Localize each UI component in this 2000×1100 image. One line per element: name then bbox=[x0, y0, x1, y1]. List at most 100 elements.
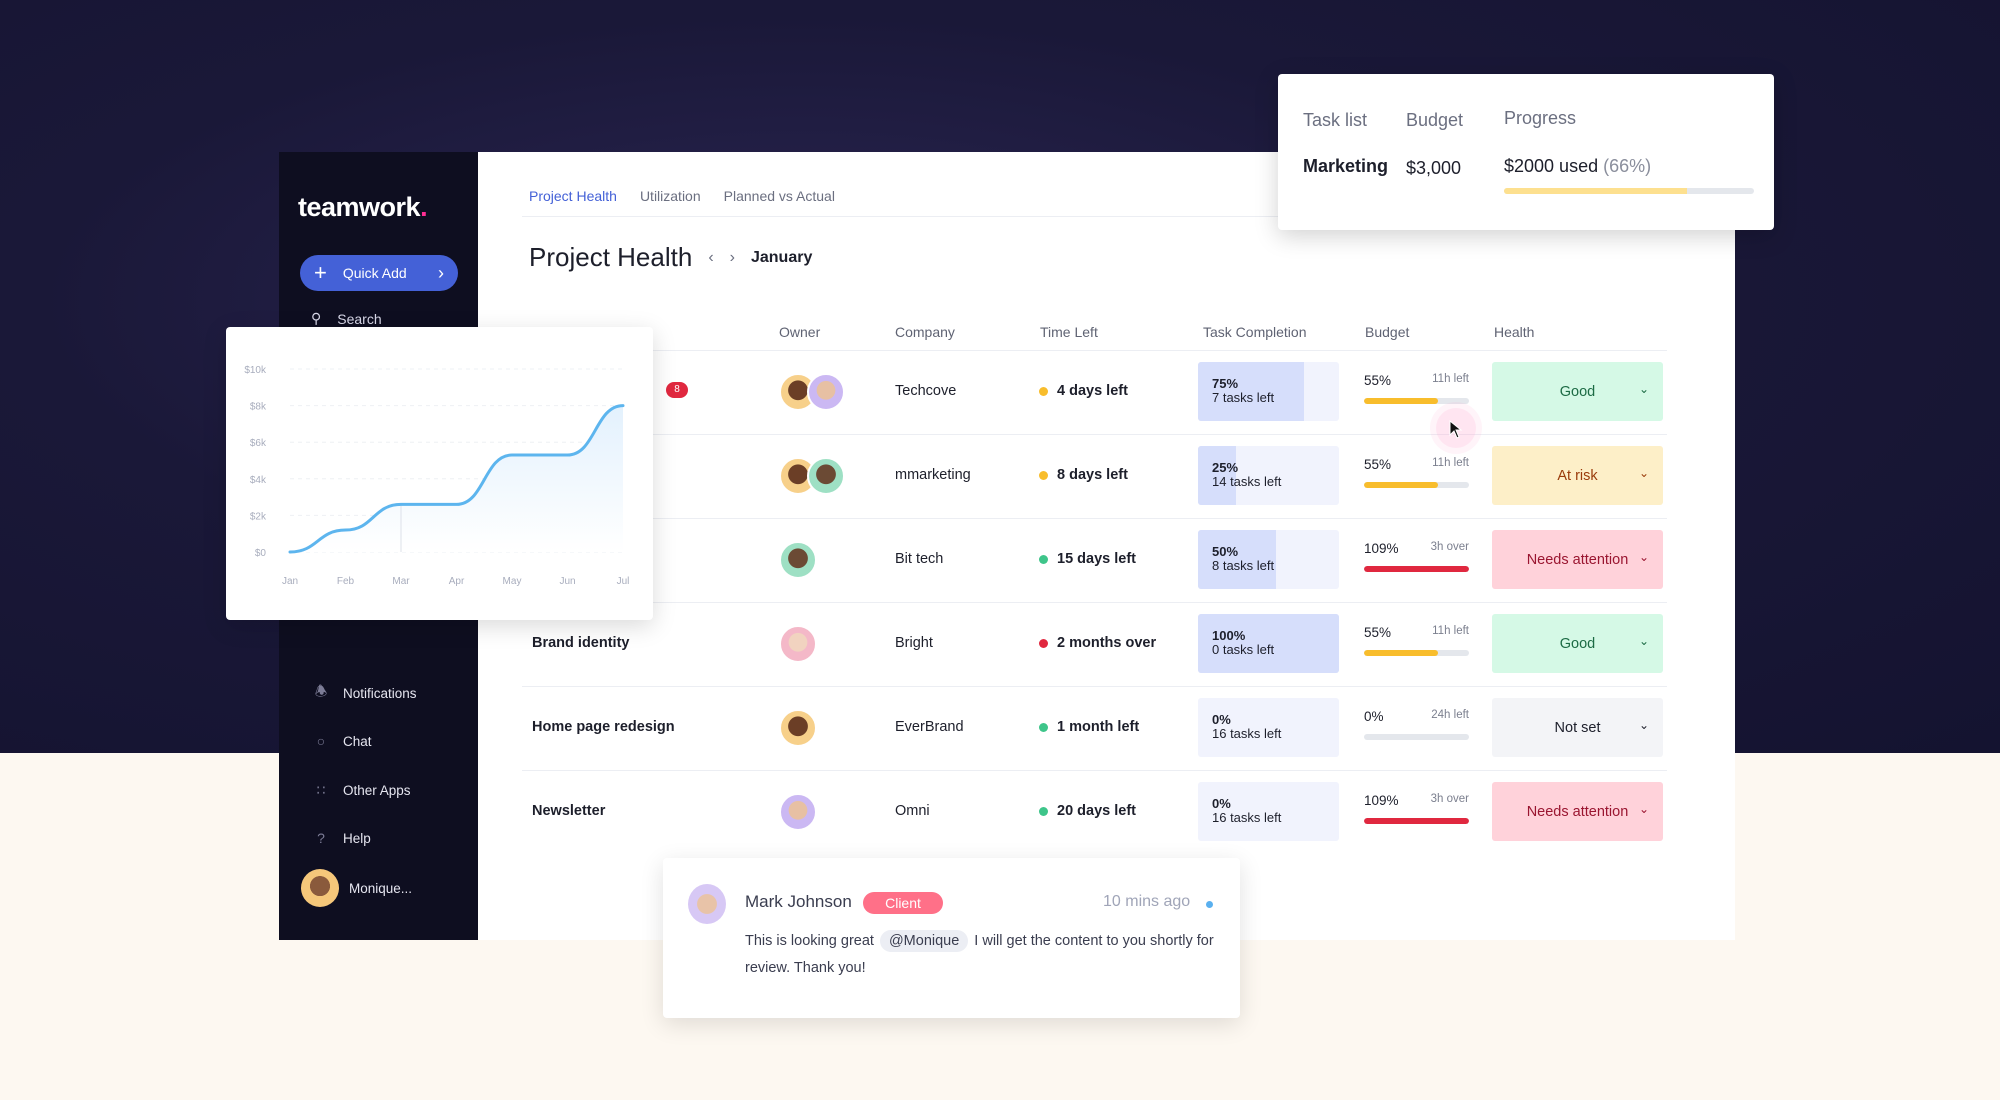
user-name: Monique... bbox=[349, 880, 413, 896]
table-row[interactable]: mmarketing 8 days left 25% 14 tasks left … bbox=[478, 434, 1735, 518]
sidebar-item-other-apps[interactable]: ∷ Other Apps bbox=[313, 782, 411, 798]
avatar bbox=[807, 373, 845, 411]
quick-add-label: Quick Add bbox=[342, 265, 407, 281]
health-dropdown[interactable]: Needs attention ⌄ bbox=[1492, 782, 1663, 841]
chat-icon: ○ bbox=[316, 733, 326, 749]
chevron-down-icon: ⌄ bbox=[1638, 550, 1649, 564]
company-name: Bit tech bbox=[895, 551, 944, 567]
budget-card-header: Budget bbox=[1406, 110, 1464, 130]
bell-icon: 🕭 bbox=[314, 683, 328, 699]
sidebar-item-help[interactable]: ? Help bbox=[313, 830, 371, 846]
project-name[interactable]: Newsletter bbox=[532, 803, 605, 819]
search-item[interactable]: ⚲ Search bbox=[311, 310, 382, 327]
tasks-left: 16 tasks left bbox=[1212, 726, 1282, 741]
health-dropdown[interactable]: Good ⌄ bbox=[1492, 614, 1663, 673]
budget-note: 11h left bbox=[1432, 373, 1469, 385]
budget-cell: 0% 24h left bbox=[1364, 708, 1469, 740]
budget-bar bbox=[1364, 482, 1469, 488]
table-row[interactable]: Bit tech 15 days left 50% 8 tasks left 10… bbox=[478, 518, 1735, 602]
budget-bar bbox=[1364, 650, 1469, 656]
budget-bar-fill bbox=[1364, 482, 1438, 488]
health-dropdown[interactable]: At risk ⌄ bbox=[1492, 446, 1663, 505]
y-tick-label: $0 bbox=[255, 548, 267, 559]
budget-value: $3,000 bbox=[1406, 158, 1462, 178]
y-tick-label: $8k bbox=[250, 402, 267, 413]
task-completion-percent: 75% bbox=[1212, 376, 1239, 391]
chevron-down-icon: ⌄ bbox=[1638, 382, 1649, 396]
health-label: Good bbox=[1559, 635, 1596, 652]
x-tick-label: Apr bbox=[449, 576, 465, 587]
grid-icon: ∷ bbox=[316, 781, 326, 798]
help-icon: ? bbox=[317, 830, 325, 846]
chevron-right-icon[interactable]: › bbox=[730, 249, 735, 267]
plus-icon: + bbox=[314, 260, 327, 285]
page-header: Project Health ‹ › January bbox=[529, 242, 812, 273]
page-title: Project Health bbox=[529, 242, 693, 272]
sidebar-item-chat[interactable]: ○ Chat bbox=[313, 733, 372, 749]
health-dropdown[interactable]: Not set ⌄ bbox=[1492, 698, 1663, 757]
search-icon: ⚲ bbox=[311, 310, 322, 326]
user-profile[interactable]: Monique... bbox=[301, 869, 412, 907]
table-row[interactable]: Home page redesign EverBrand 1 month lef… bbox=[478, 686, 1735, 770]
used-amount: $2000 used bbox=[1504, 156, 1599, 176]
mention-tag[interactable]: @Monique bbox=[879, 930, 969, 952]
owner-avatars bbox=[779, 541, 817, 579]
project-name[interactable]: Brand identity bbox=[532, 635, 629, 651]
table-row[interactable]: Newsletter Omni 20 days left 0% 16 tasks … bbox=[478, 770, 1735, 854]
budget-card: Task list Budget Progress Marketing $3,0… bbox=[1278, 74, 1774, 230]
table-row[interactable]: 8 Techcove 4 days left 75% 7 tasks left 5… bbox=[478, 350, 1735, 434]
time-left: 4 days left bbox=[1039, 383, 1128, 399]
project-name[interactable]: Home page redesign bbox=[532, 719, 675, 735]
x-tick-label: Mar bbox=[392, 576, 410, 587]
task-completion: 75% 7 tasks left bbox=[1198, 362, 1339, 421]
budget-cell: 55% 11h left bbox=[1364, 624, 1469, 656]
budget-percent: 55% bbox=[1364, 373, 1392, 388]
status-dot bbox=[1039, 806, 1048, 816]
column-header-task-completion: Task Completion bbox=[1203, 324, 1307, 340]
avatar bbox=[807, 457, 845, 495]
tab-planned-vs-actual[interactable]: Planned vs Actual bbox=[724, 188, 835, 204]
used-percent: (66%) bbox=[1603, 156, 1652, 176]
chevron-down-icon: ⌄ bbox=[1638, 802, 1649, 816]
message-part: This is looking great bbox=[745, 933, 874, 949]
tasks-left: 16 tasks left bbox=[1212, 810, 1282, 825]
cursor-highlight bbox=[1436, 408, 1476, 448]
tasks-left: 0 tasks left bbox=[1212, 642, 1275, 657]
sidebar-item-label: Chat bbox=[343, 733, 372, 749]
sidebar-item-notifications[interactable]: 🕭 Notifications bbox=[313, 683, 417, 701]
health-label: At risk bbox=[1557, 467, 1598, 484]
health-label: Needs attention bbox=[1526, 803, 1629, 820]
health-dropdown[interactable]: Needs attention ⌄ bbox=[1492, 530, 1663, 589]
table-row[interactable]: Brand identity Bright 2 months over 100%… bbox=[478, 602, 1735, 686]
owner-avatars bbox=[779, 709, 817, 747]
task-completion: 0% 16 tasks left bbox=[1198, 782, 1339, 841]
column-header-time-left: Time Left bbox=[1040, 324, 1098, 340]
health-dropdown[interactable]: Good ⌄ bbox=[1492, 362, 1663, 421]
avatar bbox=[779, 625, 817, 663]
quick-add-button[interactable]: + Quick Add › bbox=[300, 255, 458, 291]
budget-bar bbox=[1364, 818, 1469, 824]
time-left-text: 8 days left bbox=[1057, 467, 1128, 483]
budget-percent: 109% bbox=[1364, 793, 1399, 808]
budget-bar bbox=[1364, 734, 1469, 740]
owner-avatars bbox=[779, 625, 817, 663]
budget-note: 3h over bbox=[1430, 793, 1469, 805]
budget-bar-fill bbox=[1364, 566, 1469, 572]
budget-percent: 0% bbox=[1364, 709, 1384, 724]
task-completion-percent: 100% bbox=[1212, 628, 1246, 643]
tab-project-health[interactable]: Project Health bbox=[529, 188, 617, 204]
task-list-name: Marketing bbox=[1303, 156, 1389, 176]
budget-bar bbox=[1364, 566, 1469, 572]
budget-progress-bar bbox=[1504, 188, 1754, 194]
chevron-left-icon[interactable]: ‹ bbox=[708, 249, 713, 267]
avatar bbox=[688, 884, 726, 924]
company-name: EverBrand bbox=[895, 719, 964, 735]
time-left: 15 days left bbox=[1039, 551, 1136, 567]
tab-utilization[interactable]: Utilization bbox=[640, 188, 701, 204]
budget-bar bbox=[1364, 398, 1469, 404]
y-tick-label: $6k bbox=[250, 438, 267, 449]
budget-cell: 55% 11h left bbox=[1364, 456, 1469, 488]
budget-note: 11h left bbox=[1432, 457, 1469, 469]
teamwork-logo[interactable]: teamwork. bbox=[298, 192, 428, 223]
health-label: Needs attention bbox=[1526, 551, 1629, 568]
